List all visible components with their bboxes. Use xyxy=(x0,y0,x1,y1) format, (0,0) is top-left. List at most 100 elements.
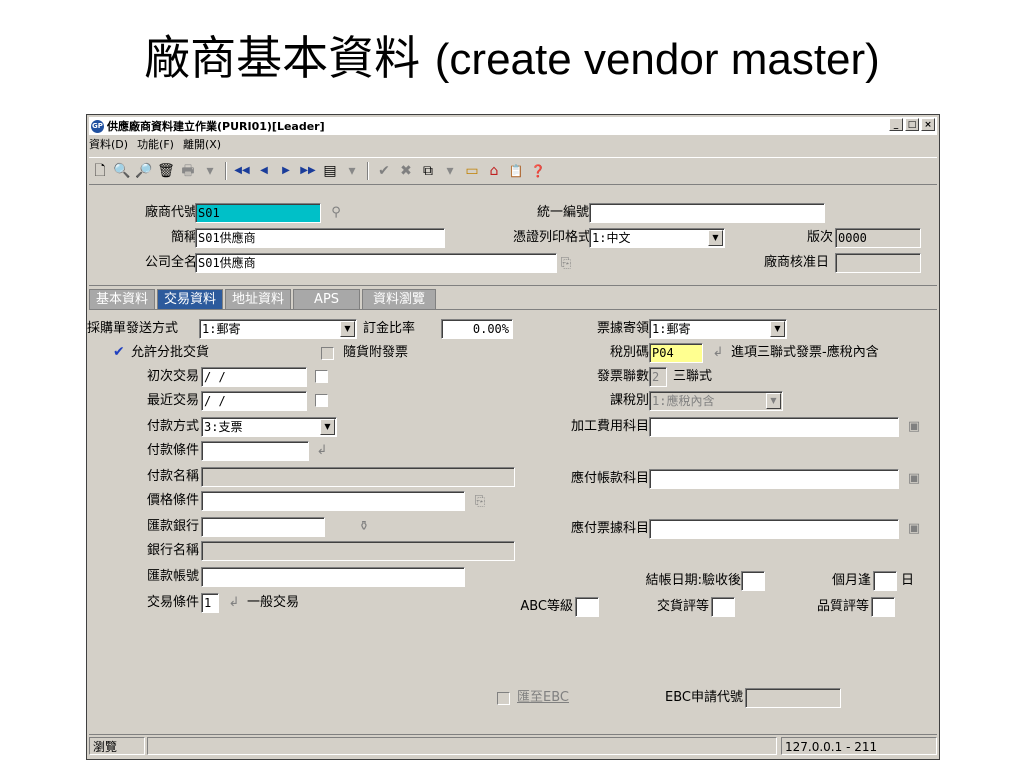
menu-function[interactable]: 功能(F) xyxy=(137,136,174,152)
tab-bar: 基本資料 交易資料 地址資料 APS 資料瀏覽 xyxy=(89,289,438,309)
checkmark-icon[interactable]: ✔ xyxy=(113,344,125,360)
first-record-icon[interactable]: ◀◀ xyxy=(231,160,253,182)
toolbar-separator xyxy=(225,162,227,180)
remit-account-input[interactable] xyxy=(201,567,465,587)
tab-basic[interactable]: 基本資料 xyxy=(89,289,156,309)
po-send-select[interactable]: 1:郵寄 ▼ xyxy=(199,319,357,339)
copy-icon[interactable]: ⧉ xyxy=(417,160,439,182)
tax-type-value: 1:應稅內含 xyxy=(652,394,715,408)
tab-divider xyxy=(89,309,937,310)
pay-method-select[interactable]: 3:支票 ▼ xyxy=(201,417,337,437)
first-trade-input[interactable]: / / xyxy=(201,367,307,387)
copy-dropdown-icon[interactable]: ▾ xyxy=(439,160,461,182)
tab-browse[interactable]: 資料瀏覽 xyxy=(362,289,437,309)
delete-icon[interactable]: 🗑 xyxy=(155,160,177,182)
maximize-button[interactable]: □ xyxy=(905,118,919,131)
first-trade-label: 初次交易 xyxy=(146,369,199,384)
trade-terms-input[interactable]: 1 xyxy=(201,593,219,613)
chevron-down-icon[interactable]: ▼ xyxy=(708,230,723,246)
tab-trade[interactable]: 交易資料 xyxy=(157,289,224,309)
lookup-icon[interactable]: ↲ xyxy=(313,442,331,460)
last-record-icon[interactable]: ▶▶ xyxy=(297,160,319,182)
with-goods-checkbox[interactable] xyxy=(321,347,334,360)
menu-exit[interactable]: 離開(X) xyxy=(183,136,221,152)
help-icon[interactable]: ❓ xyxy=(527,160,549,182)
po-send-value: 1:郵寄 xyxy=(202,322,241,336)
confirm-icon[interactable]: ✔ xyxy=(373,160,395,182)
tax-code-input[interactable]: P04 xyxy=(649,343,703,363)
print-dropdown-icon[interactable]: ▾ xyxy=(199,160,221,182)
new-doc-icon[interactable]: 🗋 xyxy=(89,160,111,182)
bank-lookup-icon[interactable]: ⚱ xyxy=(355,518,373,536)
next-record-icon[interactable]: ▶ xyxy=(275,160,297,182)
list-dropdown-icon[interactable]: ▾ xyxy=(341,160,363,182)
remit-bank-input[interactable] xyxy=(201,517,325,537)
vendor-code-input[interactable]: S01 xyxy=(195,203,321,223)
lookup-icon[interactable]: ⚲ xyxy=(327,204,345,222)
search-icon[interactable]: 🔎 xyxy=(133,160,155,182)
abc-input[interactable] xyxy=(575,597,599,617)
tab-aps[interactable]: APS xyxy=(293,289,361,309)
last-trade-checkbox[interactable] xyxy=(315,394,328,407)
trade-terms-label: 交易條件 xyxy=(146,595,199,610)
ap-acct-input[interactable] xyxy=(649,469,899,489)
home-icon[interactable]: ⌂ xyxy=(483,160,505,182)
app-icon: GP xyxy=(91,119,104,133)
status-server: 127.0.0.1 - 211 xyxy=(781,737,937,755)
remit-ebc-checkbox[interactable] xyxy=(497,692,510,705)
month-label: 個月逢 xyxy=(831,573,871,588)
preview-icon[interactable]: 🔍 xyxy=(111,160,133,182)
status-message xyxy=(147,737,777,755)
close-day-input[interactable] xyxy=(873,571,897,591)
last-trade-input[interactable]: / / xyxy=(201,391,307,411)
delivery-rating-input[interactable] xyxy=(711,597,735,617)
full-name-input[interactable]: S01供應商 xyxy=(195,253,557,273)
lookup-icon[interactable]: ↲ xyxy=(225,594,243,612)
vendor-window: GP 供應廠商資料建立作業(PURI01)[Leader] _ □ × 資料(D… xyxy=(86,114,940,760)
print-format-select[interactable]: 1:中文 ▼ xyxy=(589,228,725,248)
tab-address[interactable]: 地址資料 xyxy=(225,289,292,309)
lookup-icon[interactable]: ▣ xyxy=(905,520,923,538)
prev-record-icon[interactable]: ◀ xyxy=(253,160,275,182)
edit-note-icon[interactable]: ⎘ xyxy=(471,493,489,511)
full-name-label: 公司全名 xyxy=(144,255,197,270)
tax-id-label: 統一編號 xyxy=(536,205,589,220)
pay-terms-input[interactable] xyxy=(201,441,309,461)
edit-note-icon[interactable]: ⎘ xyxy=(557,255,575,273)
chevron-down-icon[interactable]: ▼ xyxy=(770,321,785,337)
header-panel: 廠商代號 S01 ⚲ 統一編號 簡稱 S01供應商 憑證列印格式 1:中文 ▼ … xyxy=(89,185,937,286)
status-mode: 瀏覽 xyxy=(89,737,145,755)
lookup-icon[interactable]: ↲ xyxy=(709,344,727,362)
np-acct-input[interactable] xyxy=(649,519,899,539)
lookup-icon[interactable]: ▣ xyxy=(905,418,923,436)
quality-rating-input[interactable] xyxy=(871,597,895,617)
tax-id-input[interactable] xyxy=(589,203,825,223)
chevron-down-icon[interactable]: ▼ xyxy=(340,321,355,337)
print-format-label: 憑證列印格式 xyxy=(512,230,591,245)
tax-code-label: 稅別碼 xyxy=(609,345,649,360)
deposit-input[interactable]: 0.00% xyxy=(441,319,513,339)
chevron-down-icon[interactable]: ▼ xyxy=(320,419,335,435)
short-name-input[interactable]: S01供應商 xyxy=(195,228,445,248)
price-terms-input[interactable] xyxy=(201,491,465,511)
close-date-input[interactable] xyxy=(741,571,765,591)
folder-icon[interactable]: ▭ xyxy=(461,160,483,182)
minimize-button[interactable]: _ xyxy=(889,118,903,131)
np-acct-label: 應付票據科目 xyxy=(570,521,649,536)
pay-terms-label: 付款條件 xyxy=(146,443,199,458)
lookup-icon[interactable]: ▣ xyxy=(905,470,923,488)
first-trade-checkbox[interactable] xyxy=(315,370,328,383)
list-icon[interactable]: ▤ xyxy=(319,160,341,182)
price-terms-label: 價格條件 xyxy=(146,493,199,508)
close-button[interactable]: × xyxy=(921,118,935,131)
short-name-label: 簡稱 xyxy=(170,230,197,245)
clipboard-icon[interactable]: 📋 xyxy=(505,160,527,182)
vendor-code-label: 廠商代號 xyxy=(144,205,197,220)
menu-data[interactable]: 資料(D) xyxy=(89,136,128,152)
window-titlebar[interactable]: GP 供應廠商資料建立作業(PURI01)[Leader] _ □ × xyxy=(89,117,937,135)
process-acct-input[interactable] xyxy=(649,417,899,437)
with-goods-label: 隨貨附發票 xyxy=(343,345,409,360)
cancel-icon[interactable]: ✖ xyxy=(395,160,417,182)
receipt-select[interactable]: 1:郵寄 ▼ xyxy=(649,319,787,339)
print-icon[interactable]: 🖶 xyxy=(177,160,199,182)
